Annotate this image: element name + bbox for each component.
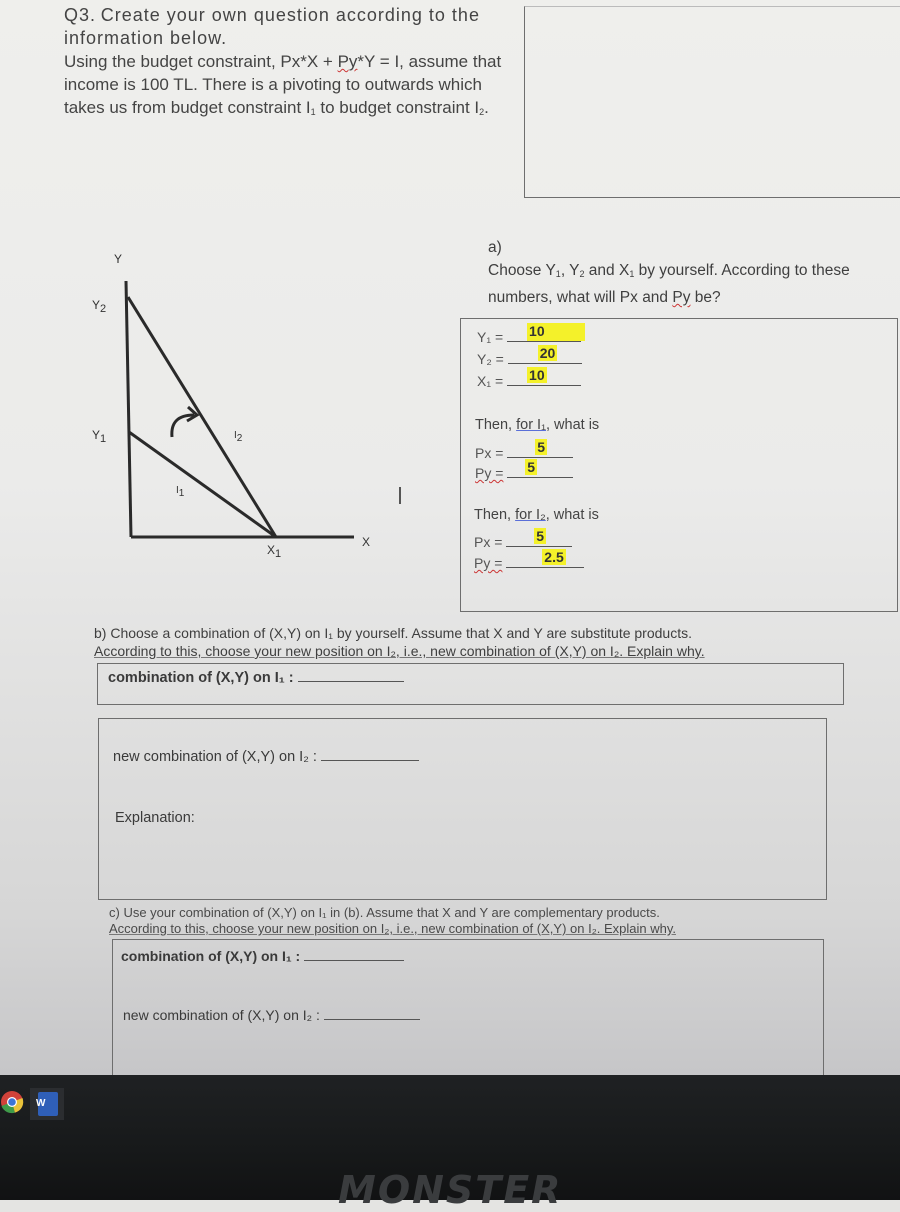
part-b-line1: b) Choose a combination of (X,Y) on I₁ b…	[94, 625, 692, 641]
answer-box-top[interactable]	[524, 6, 900, 198]
y2-field-label: Y₂ =	[477, 351, 504, 367]
part-c-prompt: c) Use your combination of (X,Y) on I₁ i…	[109, 905, 809, 937]
for-i2: for I₂	[515, 507, 546, 523]
y1-value: 10	[527, 323, 586, 341]
part-b-combo-row: combination of (X,Y) on I₁ :	[108, 669, 404, 686]
y2-value: 20	[537, 345, 558, 361]
x1-row: X₁ = 10	[477, 367, 582, 389]
for-i1: for I₁	[516, 417, 546, 433]
i1-px-value: 5	[535, 439, 548, 455]
part-b-combo-label: combination of (X,Y) on I₁ :	[108, 670, 294, 686]
text-cursor	[399, 487, 401, 504]
part-b-new-combo-row: new combination of (X,Y) on I₂ :	[113, 748, 419, 765]
px-label: Px =	[474, 534, 503, 550]
part-c-combo-row: combination of (X,Y) on I₁ :	[121, 948, 405, 964]
then-text: Then,	[474, 507, 516, 523]
part-b-new-combination-box[interactable]: new combination of (X,Y) on I₂ : Explana…	[98, 718, 827, 900]
y1-label: Y1	[92, 428, 106, 445]
y1-field[interactable]: 10	[507, 323, 586, 342]
prompt-text: , Y	[560, 262, 580, 279]
y2-label: Y2	[92, 298, 106, 315]
chrome-icon	[1, 1091, 24, 1114]
part-c-new-combo-label: new combination of (X,Y) on I₂ :	[123, 1007, 320, 1023]
py-label: Py =	[474, 555, 503, 571]
intro-text-3: to budget constraint I	[315, 98, 480, 117]
part-c-combo-label: combination of (X,Y) on I₁ :	[121, 948, 301, 964]
i1-label: I1	[176, 485, 185, 499]
i1-heading: Then, for I₁, what is	[475, 417, 599, 433]
prompt-text: be?	[690, 289, 721, 306]
budget-line-i2	[126, 296, 278, 538]
what-is-text: , what is	[545, 507, 599, 523]
part-b-line2: According to this, choose your new posit…	[94, 643, 705, 659]
x1-field[interactable]: 10	[507, 367, 582, 386]
budget-constraint-graph: Y Y2 Y1 X1 X I1 I2	[92, 252, 370, 560]
then-text: Then,	[475, 417, 517, 433]
px-label: Px =	[475, 445, 504, 461]
prompt-text: Choose Y	[488, 262, 556, 279]
i1-py-row: Py = 5	[475, 459, 574, 481]
part-b-prompt: b) Choose a combination of (X,Y) on I₁ b…	[94, 624, 834, 660]
question-intro-line1: Create your own question according to th…	[64, 5, 480, 48]
intro-text: Using the budget constraint, Px*X +	[64, 52, 338, 71]
i2-py-value: 2.5	[542, 549, 566, 565]
part-b-combo-blank[interactable]	[297, 669, 404, 682]
x1-field-label: X₁ =	[477, 373, 504, 389]
prompt-py: Py	[672, 289, 691, 306]
explanation-label: Explanation:	[115, 810, 195, 826]
intro-py: Py	[337, 52, 358, 71]
word-icon: W	[36, 1092, 58, 1116]
part-c-line1: c) Use your combination of (X,Y) on I₁ i…	[109, 905, 660, 920]
question-number: Q3.	[64, 5, 97, 25]
x1-label: X1	[267, 543, 281, 560]
x-axis-label: X	[362, 535, 370, 549]
i2-px-value: 5	[534, 528, 547, 544]
budget-line-i1	[128, 430, 277, 539]
part-c-combination-box[interactable]: combination of (X,Y) on I₁ : new combina…	[112, 939, 824, 1080]
i2-py-field[interactable]: 2.5	[506, 549, 585, 568]
i1-py-field[interactable]: 5	[507, 459, 574, 478]
monitor-brand-logo: MONSTER	[338, 1168, 563, 1212]
i2-px-field[interactable]: 5	[506, 528, 573, 547]
part-a-label: a)	[488, 239, 502, 256]
part-a-answer-box[interactable]: Y₁ = 10 Y₂ = 20 X₁ = 10 Then, for I₁, wh…	[460, 318, 898, 612]
what-is-text: , what is	[545, 417, 600, 433]
y-axis-label: Y	[114, 252, 122, 266]
i2-label: I2	[234, 430, 243, 444]
part-c-line2: According to this, choose your new posit…	[109, 921, 676, 936]
y2-row: Y₂ = 20	[477, 345, 582, 367]
y1-row: Y₁ = 10	[477, 323, 586, 345]
word-taskbar-button[interactable]: W	[30, 1088, 64, 1120]
word-letter: W	[36, 1098, 46, 1109]
part-b-new-combo-blank[interactable]	[320, 748, 419, 761]
y1-field-label: Y₁ =	[477, 329, 504, 345]
part-a-prompt: a) Choose Y1, Y2 and X1 by yourself. Acc…	[488, 239, 850, 306]
part-b-new-combo-label: new combination of (X,Y) on I₂ :	[113, 749, 317, 765]
x1-value: 10	[527, 367, 547, 383]
y-axis	[124, 280, 133, 538]
question-intro: Q3. Create your own question according t…	[64, 4, 522, 124]
part-c-new-combo-blank[interactable]	[323, 1007, 420, 1020]
part-b-combination-box[interactable]: combination of (X,Y) on I₁ :	[97, 663, 844, 705]
intro-end: .	[484, 98, 489, 117]
i2-px-row: Px = 5	[474, 528, 573, 550]
i1-px-row: Px = 5	[475, 439, 574, 461]
i2-heading: Then, for I₂, what is	[474, 507, 599, 523]
document-page: Q3. Create your own question according t…	[0, 0, 900, 1080]
prompt-text: and X	[584, 262, 630, 279]
part-c-combo-blank[interactable]	[304, 948, 405, 961]
i1-px-field[interactable]: 5	[507, 439, 574, 458]
part-c-new-combo-row: new combination of (X,Y) on I₂ :	[123, 1007, 420, 1023]
chrome-taskbar-button[interactable]	[0, 1088, 30, 1116]
i1-py-value: 5	[525, 459, 538, 475]
i2-py-row: Py = 2.5	[474, 549, 585, 571]
py-label: Py =	[475, 465, 504, 481]
y2-field[interactable]: 20	[507, 345, 582, 364]
